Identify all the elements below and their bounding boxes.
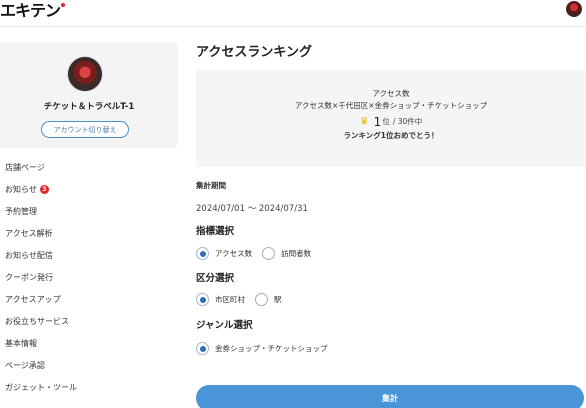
period-label: 集計期間 xyxy=(196,181,226,190)
main-content: アクセスランキング アクセス数 アクセス数×千代田区×金券ショップ・チケットショ… xyxy=(196,42,586,408)
rank-suffix: 位 xyxy=(382,117,390,126)
ranking-metric: アクセス数 xyxy=(372,89,410,98)
logo-dot-icon xyxy=(61,2,66,7)
division-heading: 区分選択 xyxy=(196,273,235,284)
sidebar-item-notice-delivery[interactable]: お知らせ配信 xyxy=(0,244,178,266)
sidebar-item-shop-page[interactable]: 店舗ページ xyxy=(0,156,178,178)
switch-account-button[interactable]: アカウント切り替え xyxy=(41,121,129,138)
sidebar-item-gadgets[interactable]: ガジェット・ツール xyxy=(0,376,178,398)
page-title: アクセスランキング xyxy=(196,45,312,60)
indicator-options: アクセス数 訪問者数 xyxy=(196,247,311,260)
sidebar-item-label: 基本情報 xyxy=(5,338,37,348)
radio-label: 駅 xyxy=(274,295,282,304)
radio-visitors[interactable] xyxy=(262,247,276,260)
sidebar-item-label: お知らせ xyxy=(5,184,37,194)
sidebar-item-label: 店舗ページ xyxy=(5,162,45,172)
profile-card: チケット＆トラベルT-1 アカウント切り替え xyxy=(0,42,178,148)
radio-label: 金券ショップ・チケットショップ xyxy=(215,344,328,353)
sidebar-item-basic-info[interactable]: 基本情報 xyxy=(0,332,178,354)
notification-badge: 3 xyxy=(39,184,49,194)
radio-access-count[interactable] xyxy=(196,247,209,260)
indicator-heading: 指標選択 xyxy=(196,226,235,237)
radio-station[interactable] xyxy=(255,293,268,306)
sidebar-item-label: ガジェット・ツール xyxy=(5,382,77,392)
sidebar-item-label: お役立ちサービス xyxy=(5,316,69,326)
sidebar-item-label: クーポン発行 xyxy=(5,272,53,282)
radio-label: 訪問者数 xyxy=(281,249,312,258)
sidebar-item-label: お知らせ配信 xyxy=(5,250,53,260)
site-logo[interactable]: エキテン xyxy=(0,0,66,20)
sidebar-item-label: アクセス解析 xyxy=(5,228,53,238)
aggregate-button[interactable]: 集計 xyxy=(196,385,584,408)
sidebar-item-services[interactable]: お役立ちサービス xyxy=(0,310,178,332)
sidebar-menu: 店舗ページ お知らせ 3 予約管理 アクセス解析 お知らせ配信 クーポン発行 アク… xyxy=(0,156,178,398)
ranking-summary: アクセス数 アクセス数×千代田区×金券ショップ・チケットショップ ♛ 1 位 /… xyxy=(196,70,586,167)
sidebar-item-label: ページ承認 xyxy=(5,360,45,370)
header-avatar[interactable] xyxy=(566,1,582,17)
sidebar-item-label: アクセスアップ xyxy=(5,294,61,304)
sidebar-item-notices[interactable]: お知らせ 3 xyxy=(0,178,178,200)
period-value: 2024/07/01 ～ 2024/07/31 xyxy=(196,204,308,214)
rank-number: 1 xyxy=(373,114,382,129)
sidebar: チケット＆トラベルT-1 アカウント切り替え 店舗ページ お知らせ 3 予約管理 … xyxy=(0,42,178,408)
sidebar-item-coupons[interactable]: クーポン発行 xyxy=(0,266,178,288)
sidebar-item-access-up[interactable]: アクセスアップ xyxy=(0,288,178,310)
top-header: エキテン xyxy=(0,0,586,27)
radio-label: アクセス数 xyxy=(215,249,253,258)
sidebar-item-access-analysis[interactable]: アクセス解析 xyxy=(0,222,178,244)
radio-municipality[interactable] xyxy=(196,293,209,306)
division-options: 市区町村 駅 xyxy=(196,293,282,306)
sidebar-item-page-approval[interactable]: ページ承認 xyxy=(0,354,178,376)
radio-ticket-shop[interactable] xyxy=(196,342,209,355)
ranking-condition: アクセス数×千代田区×金券ショップ・チケットショップ xyxy=(294,101,488,110)
sidebar-item-label: 予約管理 xyxy=(5,206,37,216)
profile-avatar xyxy=(67,56,103,92)
crown-icon: ♛ xyxy=(359,116,369,127)
genre-heading: ジャンル選択 xyxy=(196,320,253,331)
profile-name: チケット＆トラベルT-1 xyxy=(43,102,135,112)
rank-total: / 30件中 xyxy=(392,117,423,126)
ranking-position: ♛ 1 位 / 30件中 xyxy=(196,113,586,130)
ranking-message: ランキング1位おめでとう！ xyxy=(343,131,439,140)
genre-options: 金券ショップ・チケットショップ xyxy=(196,342,328,355)
logo-text: エキテン xyxy=(0,0,61,20)
sidebar-item-reservations[interactable]: 予約管理 xyxy=(0,200,178,222)
radio-label: 市区町村 xyxy=(215,295,245,304)
